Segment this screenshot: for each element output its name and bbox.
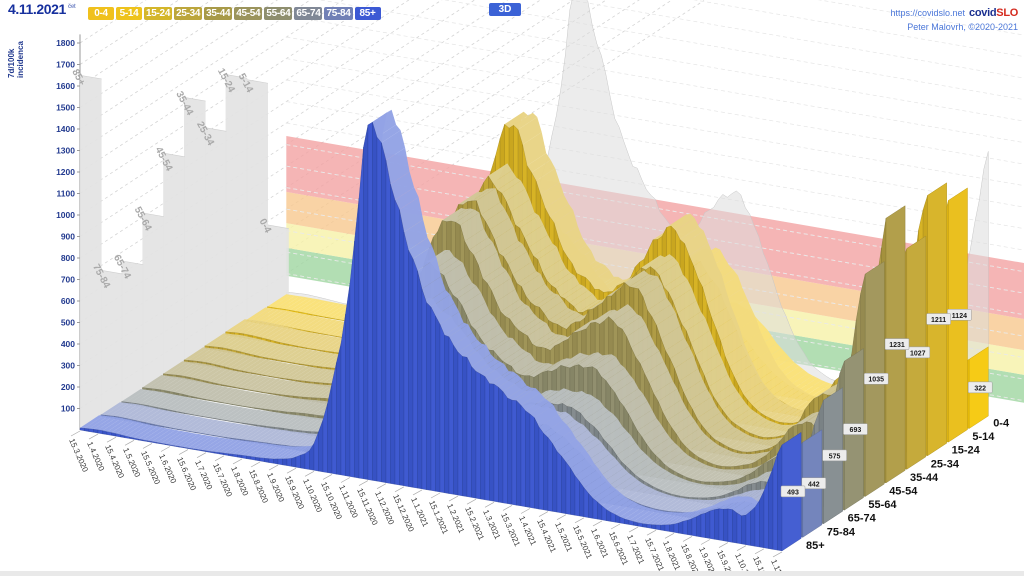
- svg-text:1124: 1124: [952, 313, 967, 320]
- age-button-65-74[interactable]: 65-74: [294, 7, 323, 20]
- current-date: 4.11.2021 čet: [8, 1, 76, 17]
- ghost-bar-75-84: [100, 270, 123, 421]
- age-button-25-34[interactable]: 25-34: [174, 7, 203, 20]
- age-label-5-14: 5-14: [972, 431, 995, 443]
- age-label-55-64: 55-64: [868, 499, 897, 511]
- svg-text:1027: 1027: [910, 350, 926, 357]
- author-line: Peter Malovrh, ©2020-2021: [907, 22, 1018, 32]
- credits: https://covidslo.net covidSLO Peter Malov…: [891, 2, 1019, 33]
- y-axis: 100 200 300 400 500 600 700 800 900 1000 1100 1200 1…: [7, 34, 81, 430]
- svg-text:693: 693: [850, 427, 862, 434]
- svg-text:7d/100k: 7d/100k: [7, 48, 16, 78]
- svg-text:1500: 1500: [56, 103, 75, 113]
- current-date-value: 4.11.2021: [8, 1, 66, 17]
- age-label-0-4: 0-4: [993, 418, 1010, 430]
- age-button-75-84[interactable]: 75-84: [324, 7, 353, 20]
- svg-text:700: 700: [61, 275, 75, 285]
- svg-text:900: 900: [61, 232, 75, 242]
- age-button-35-44[interactable]: 35-44: [204, 7, 233, 20]
- age-label-75-84: 75-84: [827, 526, 856, 538]
- svg-text:575: 575: [829, 453, 841, 460]
- ghost-bar-45-54: [163, 153, 185, 380]
- svg-text:500: 500: [61, 318, 75, 328]
- svg-text:1035: 1035: [868, 377, 884, 384]
- svg-text:600: 600: [61, 296, 75, 306]
- svg-text:300: 300: [61, 361, 75, 371]
- svg-text:442: 442: [808, 481, 820, 488]
- svg-text:100: 100: [61, 404, 75, 414]
- svg-text:800: 800: [61, 253, 75, 263]
- incidence-3d-ridge-chart[interactable]: 100 200 300 400 500 600 700 800 900 1000 1100 1200 1…: [0, 0, 1024, 576]
- svg-text:1300: 1300: [56, 146, 75, 156]
- age-button-5-14[interactable]: 5-14: [116, 7, 142, 20]
- svg-text:322: 322: [974, 385, 986, 392]
- age-label-65-74: 65-74: [848, 513, 877, 525]
- svg-text:1600: 1600: [56, 81, 75, 91]
- svg-text:1200: 1200: [56, 167, 75, 177]
- ghost-bar-65-74: [121, 260, 144, 407]
- site-link[interactable]: https://covidslo.net: [891, 8, 966, 18]
- svg-text:1231: 1231: [889, 342, 905, 349]
- view-3d-button[interactable]: 3D: [489, 3, 521, 16]
- svg-text:incidenca: incidenca: [16, 41, 25, 78]
- svg-text:400: 400: [61, 339, 75, 349]
- svg-text:493: 493: [787, 489, 799, 496]
- bottom-strip: [0, 571, 1024, 576]
- covidslo-app: 100 200 300 400 500 600 700 800 900 1000 1100 1200 1…: [0, 0, 1024, 576]
- age-label-45-54: 45-54: [889, 486, 918, 498]
- current-weekday: čet: [67, 4, 76, 11]
- ghost-bar-5-14: [246, 79, 268, 325]
- age-filter-buttons: 0-4 5-14 15-24 25-34 35-44 45-54 55-64 65-74 75-…: [88, 3, 383, 21]
- svg-text:1700: 1700: [56, 60, 75, 70]
- svg-text:1400: 1400: [56, 124, 75, 134]
- svg-text:1100: 1100: [57, 189, 76, 199]
- brand-slo: SLO: [996, 7, 1018, 19]
- age-label-15-24: 15-24: [952, 445, 981, 457]
- age-label-35-44: 35-44: [910, 472, 939, 484]
- svg-text:1000: 1000: [56, 210, 75, 220]
- svg-text:200: 200: [61, 382, 75, 392]
- ghost-bar-25-34: [204, 127, 227, 353]
- ghost-bar-85+: [80, 75, 102, 434]
- brand-covid: covid: [969, 7, 997, 19]
- age-button-0-4[interactable]: 0-4: [88, 7, 114, 20]
- age-button-55-64[interactable]: 55-64: [264, 7, 293, 20]
- svg-text:1800: 1800: [56, 38, 75, 48]
- age-label-25-34: 25-34: [931, 458, 960, 470]
- age-button-15-24[interactable]: 15-24: [144, 7, 173, 20]
- ghost-bar-55-64: [142, 212, 164, 393]
- age-label-85+: 85+: [806, 540, 825, 552]
- age-button-85plus[interactable]: 85+: [354, 7, 381, 20]
- ghost-bar-15-24: [225, 74, 248, 339]
- age-button-45-54[interactable]: 45-54: [234, 7, 263, 20]
- svg-text:1211: 1211: [931, 317, 946, 324]
- toolbar: 4.11.2021 čet 0-4 5-14 15-24 25-34 35-44 45-54…: [0, 0, 1024, 32]
